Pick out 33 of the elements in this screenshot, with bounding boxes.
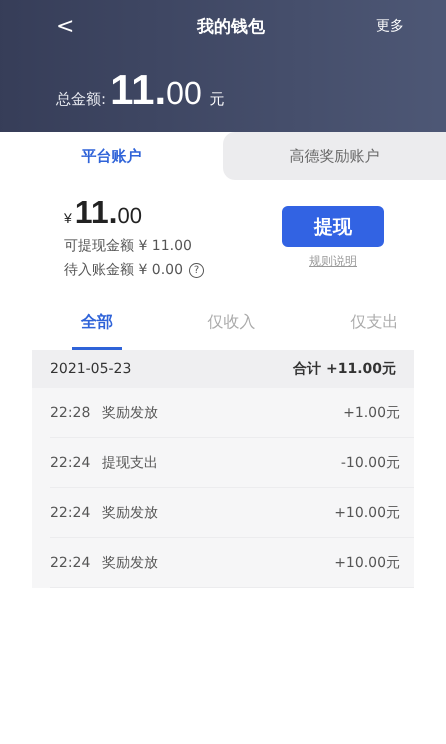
total-amount: 11. <box>110 66 166 114</box>
record-row[interactable]: 22:24 提现支出 -10.00元 <box>50 438 414 488</box>
balance-decimals: 00 <box>118 203 142 229</box>
withdrawable-amount: 可提现金额 ¥ 11.00 <box>64 237 193 255</box>
record-time: 22:24 <box>50 554 92 570</box>
page-title: 我的钱包 <box>196 16 266 38</box>
record-amount: +10.00元 <box>334 504 400 522</box>
pending-amount: 待入账金额 ¥ 0.00 <box>64 261 183 279</box>
back-button[interactable]: < <box>56 14 86 38</box>
record-title: 奖励发放 <box>102 504 159 522</box>
record-title: 奖励发放 <box>102 404 159 422</box>
record-amount: +1.00元 <box>343 404 400 422</box>
account-tab[interactable]: 高德奖励账户 <box>223 132 446 180</box>
record-title: 奖励发放 <box>102 554 159 572</box>
record-time: 22:24 <box>50 504 92 520</box>
more-link[interactable]: 更多 <box>376 17 446 35</box>
record-amount: -10.00元 <box>340 454 400 472</box>
total-decimals: 00 <box>166 75 202 112</box>
record-row[interactable]: 22:24 奖励发放 +10.00元 <box>50 538 414 588</box>
withdraw-button[interactable]: 提现 <box>282 206 384 247</box>
total-label: 总金额: <box>56 90 106 109</box>
help-icon[interactable]: ? <box>188 262 204 278</box>
record-time: 22:24 <box>50 454 92 470</box>
currency-sign: ¥ <box>64 210 72 226</box>
record-time: 22:28 <box>50 404 92 420</box>
total-unit: 元 <box>210 90 225 109</box>
balance-amount: 11. <box>74 194 118 231</box>
date-label: 2021-05-23 <box>50 361 132 377</box>
record-title: 提现支出 <box>102 454 159 472</box>
day-total: 合计 +11.00元 <box>293 360 396 378</box>
record-amount: +10.00元 <box>334 554 400 572</box>
record-row[interactable]: 22:28 奖励发放 +1.00元 <box>50 388 414 438</box>
record-row[interactable]: 22:24 奖励发放 +10.00元 <box>50 488 414 538</box>
